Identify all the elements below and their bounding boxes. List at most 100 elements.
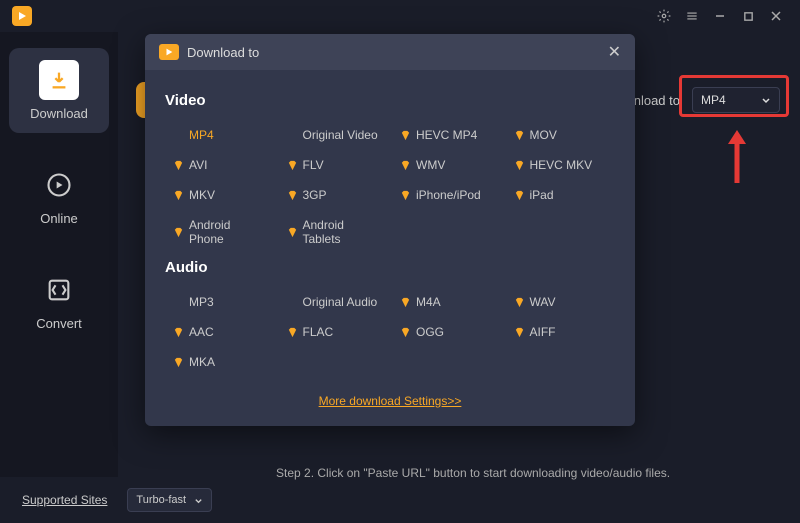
premium-diamond-icon xyxy=(173,160,184,171)
premium-diamond-icon xyxy=(514,327,525,338)
format-label: MP3 xyxy=(189,295,214,309)
format-label: Android Phone xyxy=(189,218,267,246)
premium-diamond-icon xyxy=(400,327,411,338)
format-select[interactable]: MP4 xyxy=(692,87,780,113)
sidebar-item-label: Convert xyxy=(36,316,82,331)
sidebar-item-convert[interactable]: Convert xyxy=(9,258,109,343)
chevron-down-icon xyxy=(194,496,203,505)
format-label: AVI xyxy=(189,158,207,172)
premium-diamond-icon xyxy=(400,297,411,308)
format-label: MP4 xyxy=(189,128,214,142)
download-icon xyxy=(39,60,79,100)
format-option[interactable]: WMV xyxy=(392,153,502,177)
chevron-down-icon xyxy=(761,95,771,105)
sidebar-item-online[interactable]: Online xyxy=(9,153,109,238)
annotation-arrow xyxy=(722,128,752,186)
modal-close-button[interactable]: ✕ xyxy=(608,42,621,62)
speed-mode-select[interactable]: Turbo-fast xyxy=(127,488,212,512)
video-format-grid: MP4 Original Video HEVC MP4 MOV AVI FLV WMV HEV… xyxy=(165,123,615,251)
format-label: iPad xyxy=(530,188,554,202)
format-option[interactable]: AAC xyxy=(165,320,275,344)
format-option[interactable]: Android Tablets xyxy=(279,213,389,251)
format-option[interactable]: HEVC MKV xyxy=(506,153,616,177)
format-label: Original Audio xyxy=(303,295,378,309)
format-option[interactable]: HEVC MP4 xyxy=(392,123,502,147)
format-select-value: MP4 xyxy=(701,93,726,107)
format-option[interactable]: AVI xyxy=(165,153,275,177)
format-option[interactable]: FLV xyxy=(279,153,389,177)
format-option[interactable]: 3GP xyxy=(279,183,389,207)
app-logo xyxy=(12,6,32,26)
download-to-modal: Download to ✕ Video MP4Original VideoHEV… xyxy=(145,34,635,426)
sidebar-item-label: Online xyxy=(40,211,78,226)
premium-diamond-icon xyxy=(514,130,525,141)
format-option[interactable]: MKA xyxy=(165,350,275,374)
format-option[interactable]: iPad xyxy=(506,183,616,207)
online-icon xyxy=(39,165,79,205)
format-option[interactable]: Original Audio xyxy=(279,290,389,314)
premium-diamond-icon xyxy=(514,160,525,171)
maximize-icon[interactable] xyxy=(736,4,760,28)
format-label: HEVC MKV xyxy=(530,158,593,172)
format-option[interactable]: MKV xyxy=(165,183,275,207)
more-settings-link[interactable]: More download Settings>> xyxy=(319,394,462,408)
premium-diamond-icon xyxy=(400,160,411,171)
format-option[interactable]: AIFF xyxy=(506,320,616,344)
format-option[interactable]: MP4 xyxy=(165,123,275,147)
format-label: iPhone/iPod xyxy=(416,188,481,202)
supported-sites-link[interactable]: Supported Sites xyxy=(22,493,107,507)
format-label: MKA xyxy=(189,355,215,369)
close-icon[interactable] xyxy=(764,4,788,28)
format-label: Original Video xyxy=(303,128,378,142)
format-label: 3GP xyxy=(303,188,327,202)
format-label: AAC xyxy=(189,325,214,339)
format-option[interactable]: Original Video xyxy=(279,123,389,147)
modal-title: Download to xyxy=(187,45,608,60)
premium-diamond-icon xyxy=(173,190,184,201)
footer: Supported Sites Turbo-fast xyxy=(0,477,800,523)
format-option[interactable]: FLAC xyxy=(279,320,389,344)
settings-icon[interactable] xyxy=(652,4,676,28)
format-option[interactable]: MP3 xyxy=(165,290,275,314)
format-option[interactable]: WAV xyxy=(506,290,616,314)
audio-format-grid: MP3 Original Audio M4A WAV AAC FLAC OGG AIFF MKA xyxy=(165,290,615,374)
format-label: FLAC xyxy=(303,325,334,339)
format-label: M4A xyxy=(416,295,441,309)
sidebar: Download Online Convert xyxy=(0,32,118,477)
format-option[interactable]: Android Phone xyxy=(165,213,275,251)
premium-diamond-icon xyxy=(287,327,298,338)
premium-diamond-icon xyxy=(173,357,184,368)
format-label: MOV xyxy=(530,128,557,142)
premium-diamond-icon xyxy=(514,190,525,201)
format-option[interactable]: M4A xyxy=(392,290,502,314)
premium-diamond-icon xyxy=(287,227,298,238)
speed-mode-value: Turbo-fast xyxy=(136,494,186,506)
format-label: MKV xyxy=(189,188,215,202)
format-label: HEVC MP4 xyxy=(416,128,477,142)
format-option[interactable]: OGG xyxy=(392,320,502,344)
sidebar-item-label: Download xyxy=(30,106,88,121)
format-option[interactable]: MOV xyxy=(506,123,616,147)
premium-diamond-icon xyxy=(173,227,184,238)
minimize-icon[interactable] xyxy=(708,4,732,28)
format-label: WMV xyxy=(416,158,445,172)
premium-diamond-icon xyxy=(173,327,184,338)
modal-logo-icon xyxy=(159,44,179,60)
premium-diamond-icon xyxy=(287,160,298,171)
sidebar-item-download[interactable]: Download xyxy=(9,48,109,133)
titlebar xyxy=(0,0,800,32)
premium-diamond-icon xyxy=(514,297,525,308)
format-label: FLV xyxy=(303,158,324,172)
menu-icon[interactable] xyxy=(680,4,704,28)
convert-icon xyxy=(39,270,79,310)
audio-section-heading: Audio xyxy=(165,259,615,276)
format-label: OGG xyxy=(416,325,444,339)
premium-diamond-icon xyxy=(287,190,298,201)
modal-header: Download to ✕ xyxy=(145,34,635,70)
format-option[interactable]: iPhone/iPod xyxy=(392,183,502,207)
premium-diamond-icon xyxy=(400,190,411,201)
format-label: Android Tablets xyxy=(303,218,381,246)
premium-diamond-icon xyxy=(400,130,411,141)
format-label: AIFF xyxy=(530,325,556,339)
format-label: WAV xyxy=(530,295,556,309)
